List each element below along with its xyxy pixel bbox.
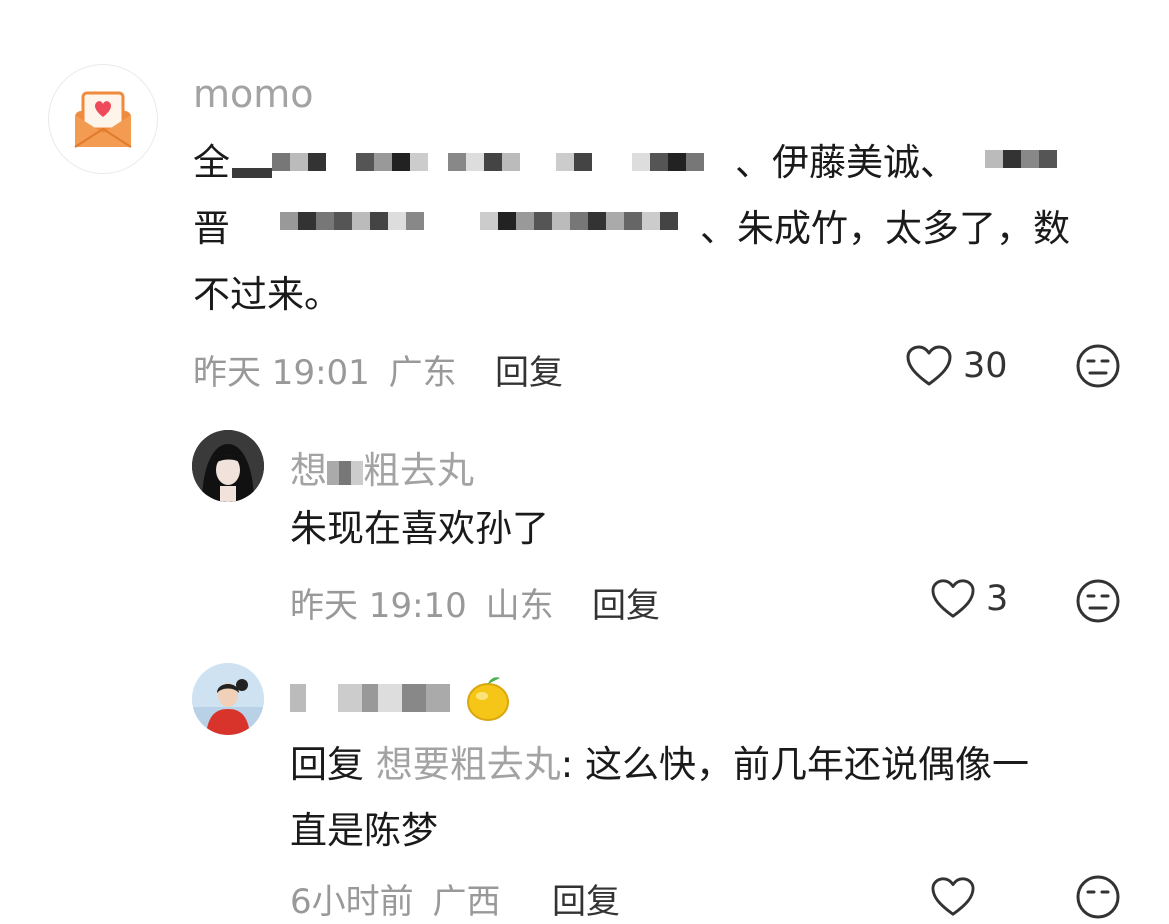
username[interactable] bbox=[290, 672, 514, 724]
location: 山东 bbox=[485, 586, 554, 626]
comment-meta: 昨天 19:10 山东 bbox=[290, 578, 554, 627]
text-fragment: 全 bbox=[193, 141, 230, 184]
dislike-button[interactable] bbox=[1075, 874, 1121, 924]
comment-text-line: 、朱成竹，太多了，数 bbox=[700, 196, 1070, 262]
mosaic-redaction bbox=[290, 684, 450, 712]
like-count: 30 bbox=[963, 346, 1008, 386]
heart-outline-icon bbox=[931, 579, 975, 618]
comment-meta: 昨天 19:01 广东 bbox=[193, 345, 457, 394]
like-button[interactable] bbox=[930, 876, 976, 918]
like-button[interactable]: 3 bbox=[930, 578, 1008, 620]
heart-outline-icon bbox=[931, 877, 975, 916]
dislike-button[interactable] bbox=[1075, 343, 1121, 393]
user-photo-avatar-icon bbox=[192, 663, 264, 735]
comment-text-line: 全 bbox=[193, 130, 230, 196]
reply-prefix: 回复 bbox=[290, 743, 364, 786]
username[interactable]: momo bbox=[193, 72, 314, 116]
like-count: 3 bbox=[986, 579, 1009, 619]
meh-face-icon bbox=[1076, 875, 1120, 919]
comment-text: : 这么快，前几年还说偶像一 bbox=[560, 743, 1029, 786]
envelope-heart-avatar-icon bbox=[74, 91, 132, 148]
username[interactable]: 想粗去丸 bbox=[290, 440, 474, 494]
username-part: 粗去丸 bbox=[363, 449, 474, 492]
mosaic-redaction bbox=[985, 150, 1057, 168]
reply-button[interactable]: 回复 bbox=[592, 578, 660, 627]
avatar[interactable] bbox=[192, 430, 264, 502]
text-fragment: 不过来。 bbox=[193, 273, 341, 316]
comment-text-line: 回复 想要粗去丸: 这么快，前几年还说偶像一 bbox=[290, 732, 1029, 798]
lemon-emoji-icon bbox=[466, 677, 509, 721]
heart-outline-icon bbox=[906, 345, 952, 386]
dislike-button[interactable] bbox=[1075, 578, 1121, 628]
location: 广西 bbox=[432, 882, 501, 922]
text-fragment: 、朱成竹，太多了，数 bbox=[700, 207, 1070, 250]
avatar[interactable] bbox=[48, 64, 158, 174]
mosaic-redaction bbox=[232, 146, 704, 178]
user-photo-avatar-icon bbox=[192, 430, 264, 502]
comment-text-line: 不过来。 bbox=[193, 262, 341, 328]
comment-text-line: 晋 bbox=[193, 196, 230, 262]
comment-text-line: 直是陈梦 bbox=[290, 809, 438, 852]
avatar[interactable] bbox=[192, 663, 264, 735]
comment-text: 朱现在喜欢孙了 bbox=[290, 507, 549, 550]
mosaic-redaction bbox=[280, 212, 678, 230]
text-fragment: 晋 bbox=[193, 207, 230, 250]
like-button[interactable]: 30 bbox=[905, 344, 1008, 388]
timestamp: 昨天 19:01 bbox=[193, 353, 370, 393]
reply-button[interactable]: 回复 bbox=[495, 345, 563, 394]
timestamp: 昨天 19:10 bbox=[290, 586, 467, 626]
meh-face-icon bbox=[1076, 579, 1120, 623]
comment-text-line: 、伊藤美诚、 bbox=[735, 130, 957, 196]
reply-to-username[interactable]: 想要粗去丸 bbox=[376, 743, 561, 786]
username-part: 想 bbox=[290, 449, 327, 492]
comment-meta: 6小时前 广西 bbox=[290, 874, 500, 923]
meh-face-icon bbox=[1076, 344, 1120, 388]
timestamp: 6小时前 bbox=[290, 882, 414, 922]
text-fragment: 、伊藤美诚、 bbox=[735, 141, 957, 184]
mosaic-redaction bbox=[327, 460, 363, 485]
reply-button[interactable]: 回复 bbox=[552, 874, 620, 923]
location: 广东 bbox=[388, 353, 457, 393]
